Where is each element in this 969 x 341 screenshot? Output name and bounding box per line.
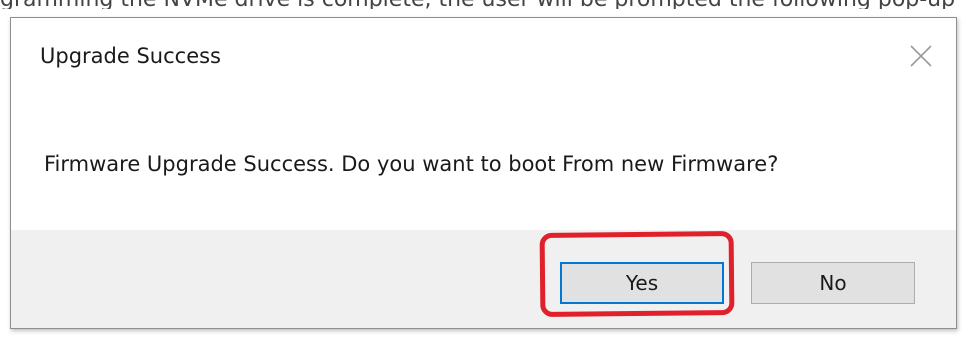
yes-button[interactable]: Yes — [560, 262, 724, 304]
upgrade-success-dialog: Upgrade Success Firmware Upgrade Success… — [10, 17, 957, 329]
dialog-button-bar: Yes No — [11, 230, 956, 328]
close-icon[interactable] — [905, 40, 937, 72]
dialog-title: Upgrade Success — [40, 44, 221, 68]
close-icon-glyph — [910, 45, 932, 67]
background-document-text: gramming the NVMe drive is complete, the… — [0, 0, 969, 9]
no-button[interactable]: No — [751, 262, 915, 304]
dialog-message: Firmware Upgrade Success. Do you want to… — [44, 152, 779, 176]
